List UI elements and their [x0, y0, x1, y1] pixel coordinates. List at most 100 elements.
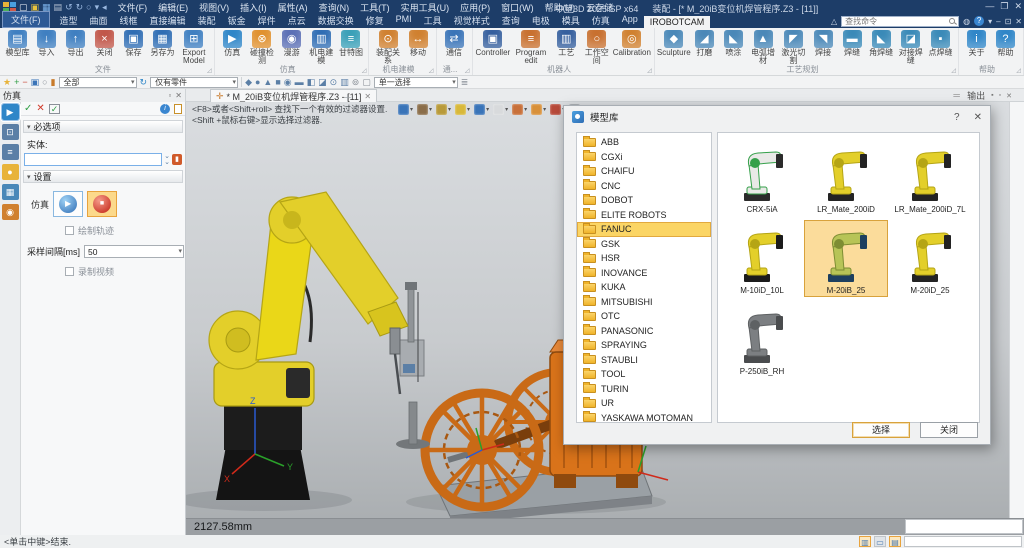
ribbon-button[interactable]: ▥ 工艺 — [552, 30, 581, 57]
view-tool-button[interactable]: ▾ — [531, 104, 546, 115]
ribbon-button[interactable]: ▣ 保存 — [119, 30, 148, 57]
ribbon-button[interactable]: ▶ 仿真 — [218, 30, 247, 57]
brand-folder-item[interactable]: CGXi — [577, 150, 711, 165]
ribbon-button[interactable]: ⊙ 装配关系 — [372, 30, 403, 66]
ribbon-button[interactable]: ▦ 另存为 — [148, 30, 177, 57]
ribbon-button[interactable]: ↑ 导出 — [61, 30, 90, 57]
chevron-expand-icon[interactable]: ⌄⌄ — [164, 154, 170, 166]
ribbon-button[interactable]: ▪ 点焊缝 — [926, 30, 955, 57]
ribbon-tab[interactable]: 数据交换 — [312, 13, 360, 28]
ribbon-button[interactable]: ⊞ Export Model — [177, 30, 211, 66]
monitor-view-icon[interactable]: ▭ — [874, 536, 886, 547]
brand-folder-item[interactable]: KUKA — [577, 280, 711, 295]
ring-filter-icon[interactable]: ○ — [42, 77, 47, 88]
window-view-icon[interactable]: ▤ — [889, 536, 901, 547]
document-tab-close-icon[interactable]: ✕ — [364, 92, 371, 101]
pick-filter-datum-icon[interactable]: ◪ — [318, 77, 327, 88]
robot-thumbnail[interactable]: CRX-5iA — [720, 139, 804, 216]
ribbon-button[interactable]: ? 帮助 — [991, 30, 1020, 57]
ribbon-tab[interactable]: 工具 — [418, 13, 448, 28]
structure-tree-icon[interactable]: ≡ — [2, 144, 19, 160]
stop-button[interactable]: ■ — [87, 191, 117, 217]
brand-folder-item[interactable]: TURIN — [577, 382, 711, 397]
group-dialog-launcher-icon[interactable]: ◿ — [429, 67, 434, 74]
robot-thumbnail[interactable]: LR_Mate_200iD_7L — [888, 139, 972, 216]
view-tool-button[interactable]: ▾ — [398, 104, 413, 115]
pick-filter-point-icon[interactable]: ⊙ — [330, 77, 338, 88]
brand-folder-item[interactable]: HSR — [577, 251, 711, 266]
interval-select[interactable]: 50 — [84, 245, 184, 258]
ribbon-tab[interactable]: 线框 — [114, 13, 144, 28]
output-close-button[interactable]: ✕ — [1006, 92, 1012, 100]
ribbon-button[interactable]: ↔ 移动 — [404, 30, 433, 57]
ribbon-tab[interactable]: 修复 — [360, 13, 390, 28]
ribbon-button[interactable]: ◤ 激光切割 — [778, 30, 808, 66]
close-button[interactable]: ✕ — [1014, 1, 1022, 12]
ribbon-tab[interactable]: 点云 — [282, 13, 312, 28]
brand-folder-item[interactable]: UR — [577, 396, 711, 411]
chart-filter-icon[interactable]: ▮ — [51, 77, 56, 88]
pick-filter-body-icon[interactable]: ■ — [275, 77, 280, 88]
ribbon-tab[interactable]: 电极 — [526, 13, 556, 28]
brand-folder-item[interactable]: CHAIFU — [577, 164, 711, 179]
pick-filter-sketch-icon[interactable]: ◧ — [307, 77, 316, 88]
close-dialog-button[interactable]: 关闭 — [920, 422, 978, 438]
measurement-input[interactable] — [905, 519, 1023, 534]
ribbon-button[interactable]: ⇄ 通信 — [440, 30, 469, 57]
select-button[interactable]: 选择 — [852, 422, 910, 438]
ribbon-tab-irobotcam[interactable]: IROBOTCAM — [644, 16, 711, 28]
ribbon-tab[interactable]: 直接编辑 — [144, 13, 192, 28]
ribbon-button[interactable]: ⊗ 碰撞检测 — [247, 30, 277, 66]
view-tool-button[interactable]: ▾ — [436, 104, 451, 115]
brand-folder-item[interactable]: STAUBLI — [577, 353, 711, 368]
robot-thumbnail[interactable]: P-250iB_RH — [720, 301, 804, 378]
history-icon[interactable]: ⊚ — [352, 77, 360, 88]
ribbon-button[interactable]: ◢ 打磨 — [690, 30, 719, 57]
ribbon-button[interactable]: ◣ 角焊缝 — [867, 30, 896, 57]
dialog-close-button[interactable]: ✕ — [974, 112, 982, 123]
ribbon-tab[interactable]: 钣金 — [222, 13, 252, 28]
view-tool-button[interactable]: ▾ — [417, 104, 432, 115]
ribbon-tab[interactable]: PMI — [390, 13, 418, 28]
ribbon-button[interactable]: ◪ 对接焊缝 — [896, 30, 926, 66]
group-dialog-launcher-icon[interactable]: ◿ — [647, 67, 652, 74]
pick-filter-shape-icon[interactable]: ◆ — [245, 77, 252, 88]
mdi-minimize-button[interactable]: – — [996, 17, 1000, 26]
ribbon-button[interactable]: ◆ Sculpture — [658, 30, 690, 57]
ribbon-button[interactable]: ▤ 模型库 — [3, 30, 32, 57]
group-dialog-launcher-icon[interactable]: ◿ — [362, 67, 367, 74]
mechatronics-panel-icon[interactable]: ⊡ — [2, 124, 19, 140]
ribbon-tab[interactable]: 造型 — [54, 13, 84, 28]
frame-icon[interactable]: ▢ — [362, 77, 371, 88]
ribbon-button[interactable]: ≡ Program edit — [510, 30, 552, 66]
ribbon-tab[interactable]: 视觉样式 — [448, 13, 496, 28]
settings-section-header[interactable]: 设置 — [23, 170, 183, 183]
ribbon-button[interactable]: ▲ 电弧增材 — [748, 30, 778, 66]
collapsed-output-panel[interactable] — [1009, 102, 1024, 518]
remove-filter-icon[interactable]: − — [22, 77, 27, 88]
ribbon-button[interactable]: ◉ 漫游 — [277, 30, 306, 57]
brand-folder-item[interactable]: INOVANCE — [577, 266, 711, 281]
output-pin-icon[interactable]: ▪ — [991, 92, 993, 100]
ribbon-button[interactable]: ◣ 喷涂 — [719, 30, 748, 57]
apply-icon[interactable]: ✓ — [49, 104, 61, 114]
group-dialog-launcher-icon[interactable]: ◿ — [1016, 67, 1021, 74]
list-mode-icon[interactable]: ≣ — [461, 77, 469, 88]
ribbon-button[interactable]: ▬ 焊缝 — [838, 30, 867, 57]
ribbon-tab[interactable]: App — [616, 13, 644, 28]
add-filter-icon[interactable]: + — [14, 77, 19, 88]
group-dialog-launcher-icon[interactable]: ◿ — [207, 67, 212, 74]
regen-icon[interactable]: ○ — [86, 1, 91, 13]
help-dropdown-icon[interactable]: ▾ — [988, 17, 992, 26]
robot-thumbnail[interactable]: M-10iD_10L — [720, 220, 804, 297]
mdi-close-button[interactable]: ✕ — [1015, 17, 1022, 26]
restore-button[interactable]: ❐ — [1000, 1, 1008, 12]
undo-icon[interactable]: ↺ — [65, 1, 73, 13]
view-manager-icon[interactable]: ● — [2, 164, 19, 180]
ribbon-button[interactable]: × 关闭 — [90, 30, 119, 57]
edit-filter-icon[interactable]: ▣ — [31, 77, 40, 88]
dialog-title-bar[interactable]: 模型库 ? ✕ — [564, 106, 990, 128]
view-tool-button[interactable]: ▾ — [455, 104, 470, 115]
pin-icon[interactable]: ◂ — [102, 1, 107, 13]
entity-filter-select[interactable]: 仅有零件 — [150, 77, 238, 88]
